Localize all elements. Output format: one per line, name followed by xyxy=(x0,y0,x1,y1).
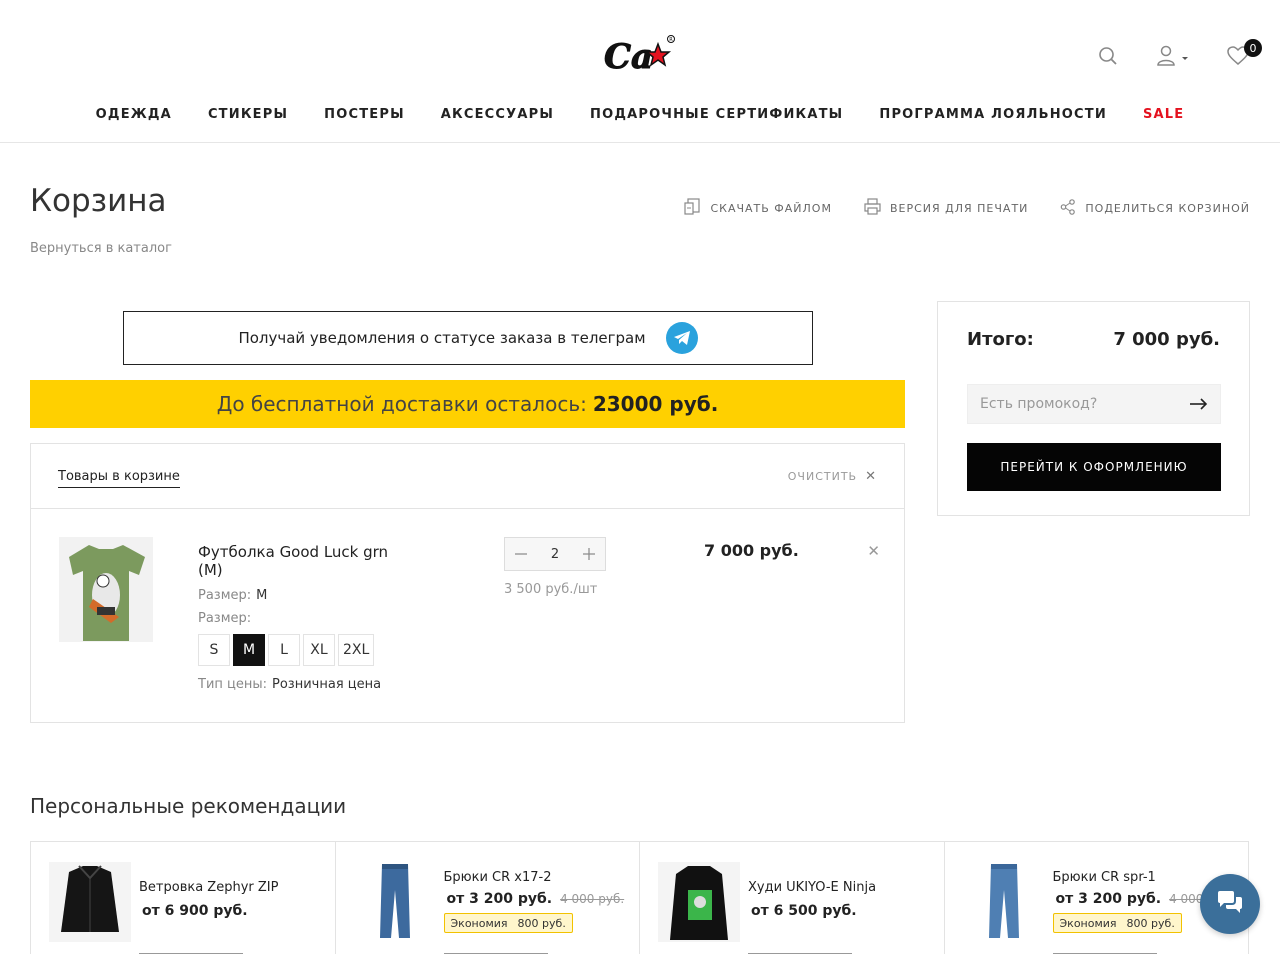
recommendation-price: от 6 900 руб. xyxy=(142,903,248,919)
decrease-quantity-button[interactable] xyxy=(505,538,537,570)
download-file-button[interactable]: СКАЧАТЬ ФАЙЛОМ xyxy=(684,198,832,218)
share-cart-label: ПОДЕЛИТЬСЯ КОРЗИНОЙ xyxy=(1085,201,1250,215)
line-total: 7 000 руб. xyxy=(704,541,799,560)
clear-cart-label: ОЧИСТИТЬ xyxy=(787,470,858,483)
size-selector: S M L XL 2XL xyxy=(198,634,375,666)
recommendation-price-value: от 3 200 руб. xyxy=(446,891,553,907)
recommendation-card[interactable]: Худи UKIYO-E Ninja от 6 500 руб. xyxy=(640,842,945,954)
recommendation-price-value: от 6 900 руб. xyxy=(142,903,248,919)
price-type-label: Тип цены: xyxy=(198,677,268,692)
clear-cart-button[interactable]: ОЧИСТИТЬ ✕ xyxy=(788,469,877,484)
arrow-right-icon[interactable] xyxy=(1190,395,1208,414)
promo-code-field xyxy=(967,384,1221,424)
nav-item-posters[interactable]: ПОСТЕРЫ xyxy=(324,107,405,122)
recommendation-card[interactable]: Ветровка Zephyr ZIP от 6 900 руб. xyxy=(31,842,336,954)
product-thumbnail[interactable] xyxy=(49,862,131,942)
chat-icon xyxy=(1216,890,1244,918)
price-type-value: Розничная цена xyxy=(272,677,382,692)
cart-items-panel: Товары в корзине ОЧИСТИТЬ ✕ Футболка Goo… xyxy=(30,443,905,723)
size-option-xl[interactable]: XL xyxy=(303,634,335,666)
wishlist-count-badge: 0 xyxy=(1244,39,1262,57)
back-to-catalog-link[interactable]: Вернуться в каталог xyxy=(30,241,172,256)
recommendation-price-value: от 3 200 руб. xyxy=(1055,891,1162,907)
size-label: Размер: xyxy=(198,588,252,603)
print-icon xyxy=(864,198,881,218)
recommendations-title: Персональные рекомендации xyxy=(30,794,347,818)
size-option-l[interactable]: L xyxy=(268,634,300,666)
nav-item-gift-certificates[interactable]: ПОДАРОЧНЫЕ СЕРТИФИКАТЫ xyxy=(590,107,843,122)
page-title: Корзина xyxy=(30,183,167,219)
telegram-banner-text: Получай уведомления о статусе заказа в т… xyxy=(238,329,646,347)
telegram-icon xyxy=(665,322,698,354)
print-version-button[interactable]: ВЕРСИЯ ДЛЯ ПЕЧАТИ xyxy=(864,198,1028,218)
recommendation-price-value: от 6 500 руб. xyxy=(751,903,857,919)
savings-label: Экономия xyxy=(450,916,508,930)
checkout-button[interactable]: ПЕРЕЙТИ К ОФОРМЛЕНИЮ xyxy=(967,443,1221,491)
search-icon[interactable] xyxy=(1096,44,1120,68)
total-value: 7 000 руб. xyxy=(1113,329,1220,350)
recommendation-name[interactable]: Худи UKIYO-E Ninja xyxy=(748,880,876,895)
recommendations-list: Ветровка Zephyr ZIP от 6 900 руб. Брюки … xyxy=(30,841,1249,954)
free-delivery-text: До бесплатной доставки осталось: xyxy=(216,392,587,416)
free-delivery-bar: До бесплатной доставки осталось: 23000 р… xyxy=(30,380,905,428)
free-delivery-amount: 23000 руб. xyxy=(592,392,719,416)
quantity-value[interactable]: 2 xyxy=(551,547,559,562)
main-nav: ОДЕЖДА СТИКЕРЫ ПОСТЕРЫ АКСЕССУАРЫ ПОДАРО… xyxy=(0,107,1280,122)
cart-tabs: Товары в корзине ОЧИСТИТЬ ✕ xyxy=(31,444,904,509)
user-icon[interactable] xyxy=(1156,44,1190,68)
price-type-property: Тип цены: Розничная цена xyxy=(198,677,381,692)
size-value: M xyxy=(256,588,268,603)
remove-item-icon[interactable]: ✕ xyxy=(867,542,880,560)
nav-item-sale[interactable]: SALE xyxy=(1143,107,1184,122)
product-thumbnail[interactable] xyxy=(658,862,740,942)
download-file-label: СКАЧАТЬ ФАЙЛОМ xyxy=(710,201,832,215)
size-selector-caption: Размер: xyxy=(198,611,252,626)
nav-item-accessories[interactable]: АКСЕССУАРЫ xyxy=(441,107,554,122)
product-name-link[interactable]: Футболка Good Luck grn (M) xyxy=(198,543,408,579)
promo-code-input[interactable] xyxy=(980,396,1180,412)
product-image[interactable] xyxy=(59,537,153,642)
nav-item-stickers[interactable]: СТИКЕРЫ xyxy=(208,107,288,122)
share-cart-button[interactable]: ПОДЕЛИТЬСЯ КОРЗИНОЙ xyxy=(1060,198,1250,218)
unit-price: 3 500 руб./шт xyxy=(504,582,598,597)
site-header: Ca R 0 ОДЕЖДА СТИКЕРЫ ПОСТЕРЫ АКСЕССУАРЫ… xyxy=(0,0,1280,143)
svg-text:Ca: Ca xyxy=(604,37,653,76)
download-icon xyxy=(684,198,701,218)
close-icon: ✕ xyxy=(865,469,877,484)
tab-cart-items[interactable]: Товары в корзине xyxy=(58,469,180,488)
size-option-m[interactable]: M xyxy=(233,634,265,666)
telegram-notify-banner[interactable]: Получай уведомления о статусе заказа в т… xyxy=(123,311,813,365)
recommendation-price: от 6 500 руб. xyxy=(751,903,857,919)
recommendation-price: от 3 200 руб. 4 000 руб. xyxy=(447,891,625,907)
cart-actions: СКАЧАТЬ ФАЙЛОМ ВЕРСИЯ ДЛЯ ПЕЧАТИ ПОДЕЛИТ… xyxy=(684,198,1250,218)
nav-item-loyalty[interactable]: ПРОГРАММА ЛОЯЛЬНОСТИ xyxy=(879,107,1107,122)
recommendation-name[interactable]: Брюки CR x17-2 xyxy=(444,870,552,885)
nav-item-clothes[interactable]: ОДЕЖДА xyxy=(96,107,172,122)
order-summary: Итого: 7 000 руб. ПЕРЕЙТИ К ОФОРМЛЕНИЮ xyxy=(937,301,1250,516)
brand-logo[interactable]: Ca R xyxy=(602,30,680,78)
size-option-s[interactable]: S xyxy=(198,634,230,666)
size-option-2xl[interactable]: 2XL xyxy=(338,634,375,666)
product-thumbnail[interactable] xyxy=(353,862,436,942)
svg-text:R: R xyxy=(669,37,673,43)
savings-value: 800 руб. xyxy=(517,916,566,930)
size-selector-label: Размер: xyxy=(198,611,256,626)
share-icon xyxy=(1060,198,1076,218)
total-label: Итого: xyxy=(967,329,1034,350)
increase-quantity-button[interactable] xyxy=(573,538,605,570)
savings-badge: Экономия 800 руб. xyxy=(1052,913,1182,933)
size-property: Размер: M xyxy=(198,588,267,603)
savings-badge: Экономия 800 руб. xyxy=(443,913,573,933)
heart-icon[interactable]: 0 xyxy=(1226,39,1262,68)
savings-value: 800 руб. xyxy=(1126,916,1175,930)
chat-widget-button[interactable] xyxy=(1200,874,1260,934)
product-thumbnail[interactable] xyxy=(962,862,1045,942)
recommendation-name[interactable]: Ветровка Zephyr ZIP xyxy=(139,880,278,895)
recommendation-card[interactable]: Брюки CR x17-2 от 3 200 руб. 4 000 руб. Э… xyxy=(336,842,640,954)
recommendation-name[interactable]: Брюки CR spr-1 xyxy=(1053,870,1156,885)
savings-label: Экономия xyxy=(1059,916,1117,930)
recommendation-old-price: 4 000 руб. xyxy=(560,892,625,906)
print-version-label: ВЕРСИЯ ДЛЯ ПЕЧАТИ xyxy=(889,201,1029,215)
quantity-stepper: 2 xyxy=(504,537,606,571)
